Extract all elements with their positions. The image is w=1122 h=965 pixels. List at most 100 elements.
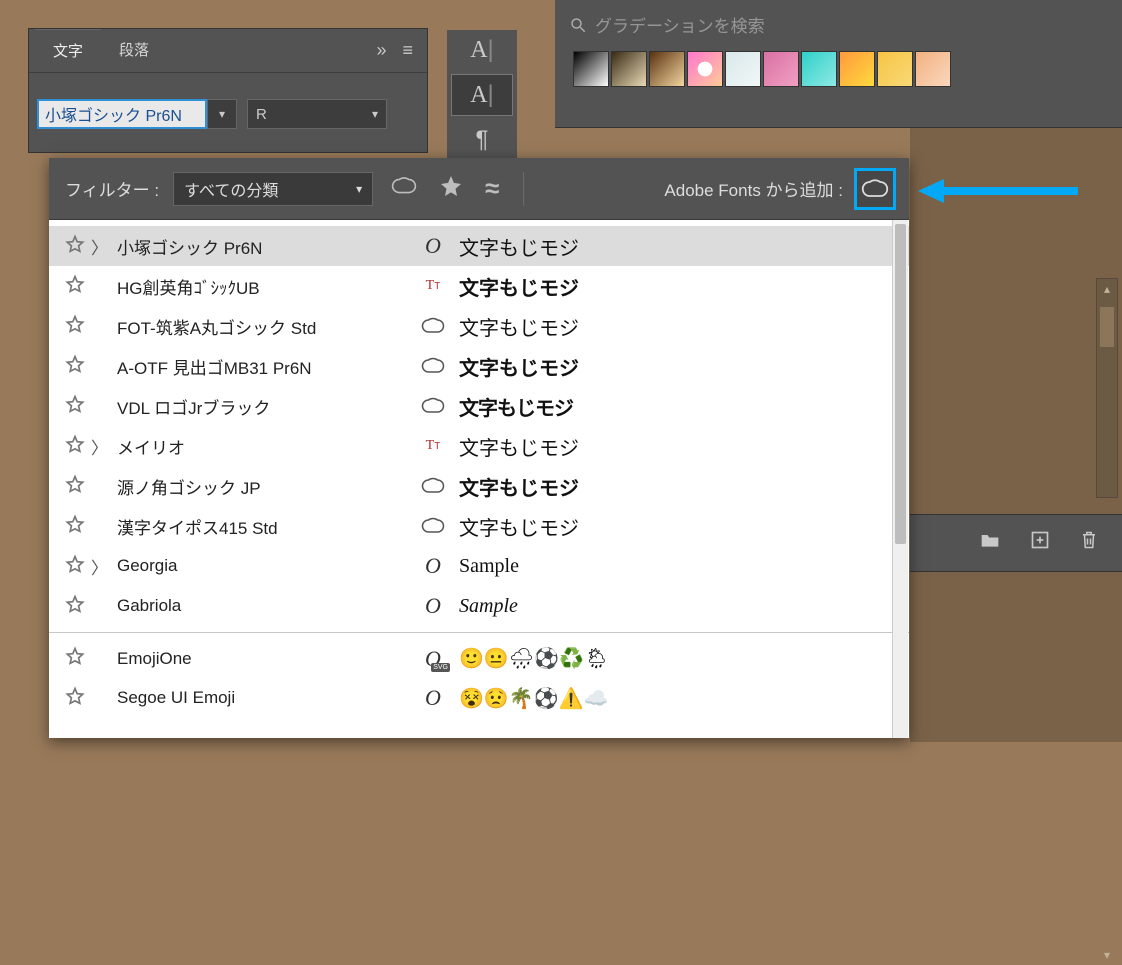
font-dropdown-panel: フィルター : すべての分類 ▾ ≈ Adobe Fonts から追加 : 〉 … (49, 158, 909, 738)
font-name: メイリオ (117, 434, 407, 459)
favorite-toggle-icon[interactable] (65, 354, 91, 379)
character-panel: 文字 段落 » ≡ ▾ R ▾ (28, 28, 428, 153)
font-list-item[interactable]: A-OTF 見出ゴMB31 Pr6N 文字もじモジ (49, 346, 909, 386)
gradient-swatch[interactable] (801, 51, 837, 87)
scroll-up-icon[interactable]: ▴ (1097, 279, 1117, 299)
font-list-item[interactable]: EmojiOne OSVG 🙂😐🌧⚽♻️🌦 (49, 632, 909, 678)
favorite-toggle-icon[interactable] (65, 314, 91, 339)
type-tool-area-icon[interactable]: A| (451, 74, 513, 116)
tab-paragraph[interactable]: 段落 (101, 29, 167, 72)
gradient-swatches (565, 51, 1112, 87)
type-tool-horizontal-icon[interactable]: A| (447, 30, 517, 70)
expand-icon[interactable]: » (368, 40, 394, 61)
favorite-toggle-icon[interactable] (65, 594, 91, 619)
font-sample: 😵😟🌴⚽⚠️☁️ (459, 686, 608, 711)
similar-filter-icon[interactable]: ≈ (481, 173, 503, 204)
gradient-search[interactable]: グラデーションを検索 (565, 6, 1112, 51)
favorite-toggle-icon[interactable] (65, 234, 91, 259)
right-action-panel (910, 514, 1122, 572)
font-list-item[interactable]: 〉 メイリオ TT 文字もじモジ (49, 426, 909, 466)
favorite-toggle-icon[interactable] (65, 514, 91, 539)
font-family-dropdown-button[interactable]: ▾ (207, 99, 237, 129)
gradient-swatch[interactable] (687, 51, 723, 87)
new-icon[interactable] (1030, 530, 1050, 556)
chevron-down-icon: ▾ (372, 107, 378, 121)
tab-character[interactable]: 文字 (35, 29, 101, 72)
creative-cloud-icon (420, 315, 446, 337)
gradient-swatch[interactable] (915, 51, 951, 87)
gradient-swatch[interactable] (649, 51, 685, 87)
font-list[interactable]: 〉 小塚ゴシック Pr6N O 文字もじモジ HG創英角ｺﾞｼｯｸUB TT 文… (49, 220, 909, 738)
gradient-swatch[interactable] (725, 51, 761, 87)
font-sample: 🙂😐🌧⚽♻️🌦 (459, 646, 609, 671)
favorite-toggle-icon[interactable] (65, 434, 91, 459)
opentype-icon: O (420, 235, 446, 257)
font-name: A-OTF 見出ゴMB31 Pr6N (117, 354, 407, 379)
font-sample: 文字もじモジ (459, 512, 579, 541)
right-scrollbar[interactable]: ▴ ▾ (1096, 278, 1118, 498)
trash-icon[interactable] (1080, 530, 1098, 556)
font-style-value: R (256, 106, 267, 123)
expand-family-icon[interactable]: 〉 (91, 434, 117, 459)
font-sample: 文字もじモジ (459, 472, 579, 501)
filter-category-value: すべての分類 (184, 177, 278, 201)
creative-cloud-icon (420, 475, 446, 497)
folder-icon[interactable] (980, 531, 1000, 555)
font-list-scrollbar[interactable] (892, 220, 908, 738)
gradient-swatch[interactable] (839, 51, 875, 87)
toolbar-divider (523, 172, 524, 206)
scroll-thumb[interactable] (1100, 307, 1114, 347)
font-type-icon (407, 475, 459, 497)
font-list-item[interactable]: VDL ロゴJrブラック 文字もじモジ (49, 386, 909, 426)
creative-cloud-filter-icon[interactable] (387, 176, 421, 202)
favorite-toggle-icon[interactable] (65, 554, 91, 579)
font-list-item[interactable]: Segoe UI Emoji O 😵😟🌴⚽⚠️☁️ (49, 678, 909, 718)
search-icon (569, 16, 587, 34)
font-filter-toolbar: フィルター : すべての分類 ▾ ≈ Adobe Fonts から追加 : (49, 158, 909, 220)
favorites-filter-icon[interactable] (435, 174, 467, 204)
chevron-down-icon: ▾ (219, 107, 225, 121)
filter-label: フィルター : (65, 176, 159, 201)
font-list-item[interactable]: 〉 小塚ゴシック Pr6N O 文字もじモジ (49, 226, 909, 266)
scroll-thumb[interactable] (895, 224, 906, 544)
filter-category-select[interactable]: すべての分類 ▾ (173, 172, 373, 206)
truetype-icon: TT (420, 435, 446, 457)
font-list-item[interactable]: HG創英角ｺﾞｼｯｸUB TT 文字もじモジ (49, 266, 909, 306)
font-style-select[interactable]: R ▾ (247, 99, 387, 129)
font-name: FOT-筑紫A丸ゴシック Std (117, 314, 407, 339)
font-type-icon: O (407, 555, 459, 577)
creative-cloud-icon (420, 395, 446, 417)
font-sample: 文字もじモジ (459, 352, 579, 381)
font-list-item[interactable]: FOT-筑紫A丸ゴシック Std 文字もじモジ (49, 306, 909, 346)
creative-cloud-icon (420, 355, 446, 377)
font-sample: 文字もじモジ (459, 312, 579, 341)
favorite-toggle-icon[interactable] (65, 394, 91, 419)
gradient-swatch[interactable] (611, 51, 647, 87)
expand-family-icon[interactable]: 〉 (91, 554, 117, 579)
opentype-icon: O (420, 555, 446, 577)
favorite-toggle-icon[interactable] (65, 474, 91, 499)
favorite-toggle-icon[interactable] (65, 274, 91, 299)
font-list-item[interactable]: Gabriola O Sample (49, 586, 909, 626)
font-name: EmojiOne (117, 649, 407, 669)
font-type-icon: O (407, 235, 459, 257)
right-area: ▴ ▾ (910, 128, 1122, 742)
panel-menu-icon[interactable]: ≡ (394, 40, 421, 61)
adobe-fonts-add-button[interactable] (857, 171, 893, 207)
paragraph-tool-icon[interactable]: ¶ (447, 120, 517, 160)
font-name: HG創英角ｺﾞｼｯｸUB (117, 274, 407, 299)
font-list-item[interactable]: 〉 Georgia O Sample (49, 546, 909, 586)
favorite-toggle-icon[interactable] (65, 686, 91, 711)
font-list-item[interactable]: 源ノ角ゴシック JP 文字もじモジ (49, 466, 909, 506)
scroll-down-icon[interactable]: ▾ (1097, 945, 1117, 965)
font-list-item[interactable]: 漢字タイポス415 Std 文字もじモジ (49, 506, 909, 546)
font-sample: Sample (459, 555, 519, 578)
expand-family-icon[interactable]: 〉 (91, 234, 117, 259)
gradient-swatch[interactable] (877, 51, 913, 87)
font-name: Georgia (117, 556, 407, 576)
font-type-icon: TT (407, 275, 459, 297)
favorite-toggle-icon[interactable] (65, 646, 91, 671)
font-family-input[interactable] (37, 99, 207, 129)
gradient-swatch[interactable] (763, 51, 799, 87)
gradient-swatch[interactable] (573, 51, 609, 87)
